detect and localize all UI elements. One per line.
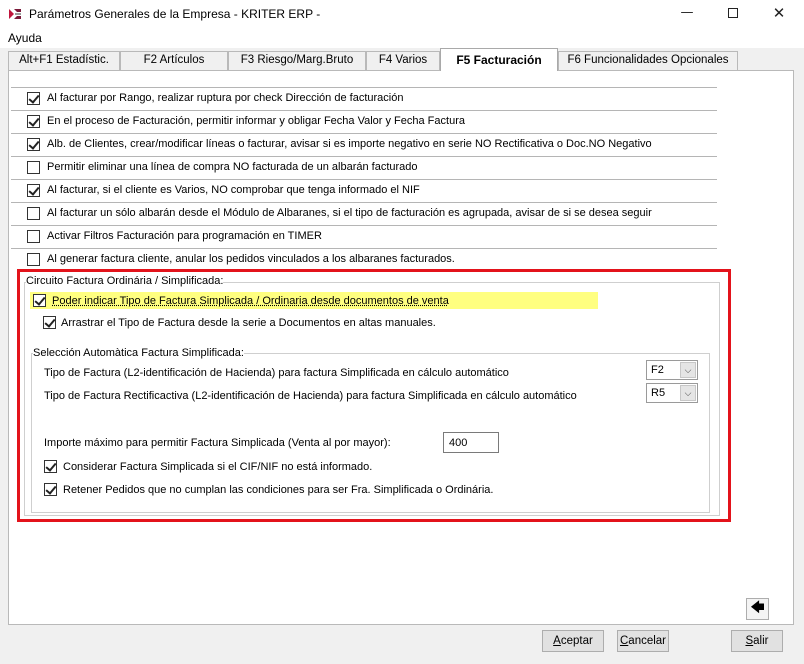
app-icon [8, 7, 22, 21]
title-bar: Parámetros Generales de la Empresa - KRI… [0, 0, 804, 28]
option-row: Alb. de Clientes, crear/modificar líneas… [11, 133, 717, 155]
option-label: Al facturar por Rango, realizar ruptura … [47, 92, 404, 104]
option-row: Al facturar un sólo albarán desde el Mód… [11, 202, 717, 224]
option-checkbox[interactable] [27, 115, 40, 128]
option-label: Al facturar, si el cliente es Varios, NO… [47, 184, 420, 196]
exit-button[interactable]: Salir [731, 630, 783, 652]
option-label: Permitir eliminar una línea de compra NO… [47, 161, 418, 173]
minimize-button[interactable]: — [664, 0, 710, 28]
option-row: En el proceso de Facturación, permitir i… [11, 110, 717, 132]
maximize-button[interactable] [710, 0, 756, 28]
option-row: Permitir eliminar una línea de compra NO… [11, 156, 717, 178]
option-row: Al facturar por Rango, realizar ruptura … [11, 87, 717, 109]
back-arrow-button[interactable]: 🡄 [746, 598, 769, 620]
tab-estadistic[interactable]: Alt+F1 Estadístic. [8, 51, 120, 70]
menu-ayuda[interactable]: Ayuda [8, 31, 42, 45]
window-title: Parámetros Generales de la Empresa - KRI… [29, 7, 321, 21]
option-checkbox[interactable] [27, 92, 40, 105]
option-checkbox[interactable] [27, 161, 40, 174]
option-row: Al generar factura cliente, anular los p… [11, 248, 717, 268]
tab-varios[interactable]: F4 Varios [366, 51, 440, 70]
option-label: En el proceso de Facturación, permitir i… [47, 115, 465, 127]
tab-riesgo[interactable]: F3 Riesgo/Marg.Bruto [228, 51, 366, 70]
option-label: Al facturar un sólo albarán desde el Mód… [47, 207, 652, 219]
tab-strip: Alt+F1 Estadístic. F2 Artículos F3 Riesg… [0, 48, 804, 71]
exit-mnemonic: S [745, 635, 754, 647]
option-checkbox[interactable] [27, 184, 40, 197]
maximize-icon [728, 7, 738, 18]
option-checkbox[interactable] [27, 138, 40, 151]
menu-bar: Ayuda [0, 28, 804, 48]
accept-mnemonic: A [553, 635, 561, 647]
exit-label: alir [753, 635, 769, 647]
option-row: Activar Filtros Facturación para program… [11, 225, 717, 247]
option-label: Alb. de Clientes, crear/modificar líneas… [47, 138, 652, 150]
option-checkbox[interactable] [27, 230, 40, 243]
option-label: Al generar factura cliente, anular los p… [47, 253, 455, 265]
accept-label: ceptar [560, 635, 593, 647]
option-checkbox[interactable] [27, 253, 40, 266]
option-label: Activar Filtros Facturación para program… [47, 230, 322, 242]
cancel-button[interactable]: Cancelar [617, 630, 669, 652]
tab-facturacion[interactable]: F5 Facturación [440, 48, 558, 71]
red-highlight-frame [17, 269, 731, 522]
cancel-label: ancelar [628, 635, 667, 647]
tab-articulos[interactable]: F2 Artículos [120, 51, 228, 70]
accept-button[interactable]: Aceptar [542, 630, 604, 652]
close-button[interactable]: ✕ [756, 0, 802, 28]
arrow-left-icon: 🡄 [750, 600, 765, 616]
option-row: Al facturar, si el cliente es Varios, NO… [11, 179, 717, 201]
tab-funcionalidades[interactable]: F6 Funcionalidades Opcionales [558, 51, 738, 70]
option-checkbox[interactable] [27, 207, 40, 220]
